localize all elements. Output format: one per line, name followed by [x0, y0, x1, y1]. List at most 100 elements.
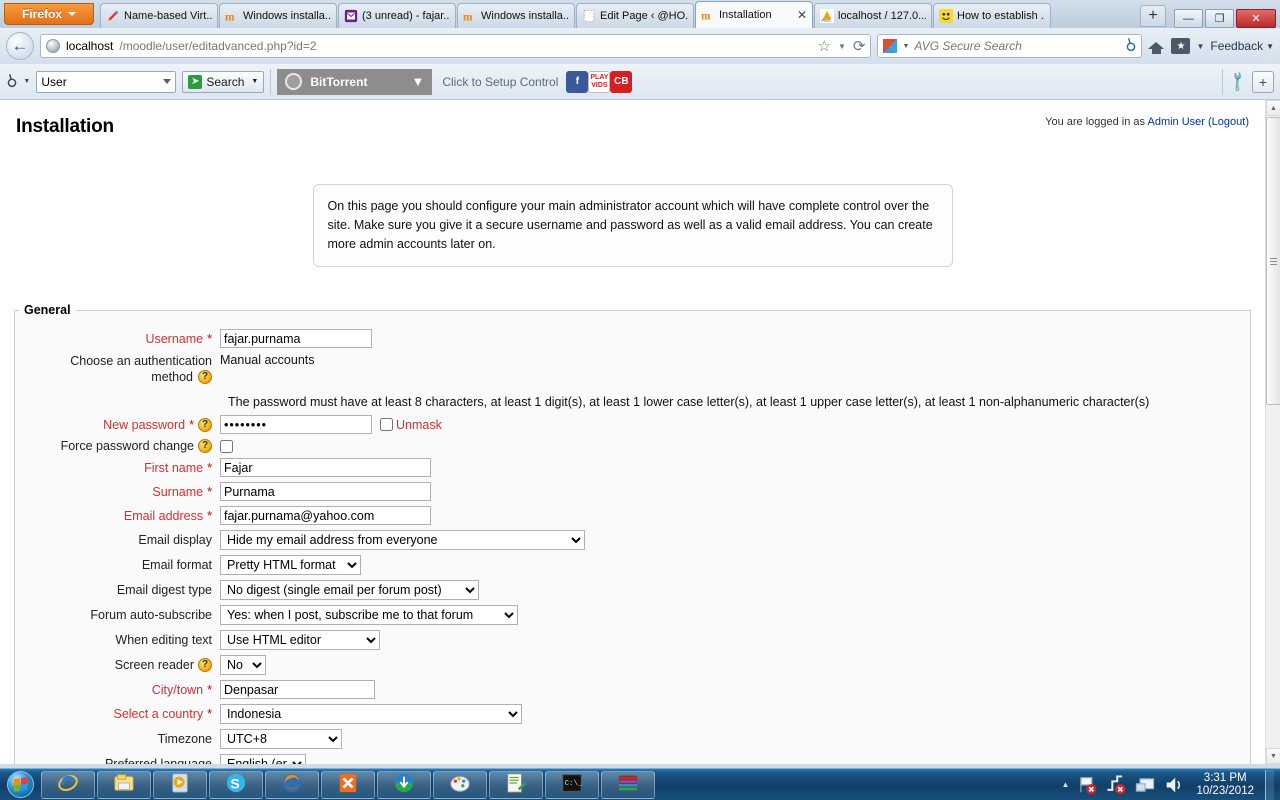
- browser-tab-1[interactable]: m Windows installa...: [219, 3, 337, 28]
- chevron-down-icon[interactable]: ▼: [838, 42, 846, 51]
- label-city-town-text: City/town: [151, 682, 204, 697]
- preferred-language-select[interactable]: English (en): [220, 754, 306, 764]
- browser-tab-2[interactable]: (3 unread) - fajar....: [338, 3, 456, 28]
- chevron-down-icon[interactable]: ▼: [902, 43, 909, 50]
- show-desktop-button[interactable]: [1265, 769, 1274, 800]
- taskbar-internet-explorer[interactable]: [41, 770, 95, 799]
- surname-input[interactable]: [220, 482, 431, 501]
- flag-error-icon[interactable]: [1076, 774, 1098, 796]
- feedback-button[interactable]: Feedback ▼: [1210, 39, 1274, 53]
- field-row-screen-reader: Screen reader ? No: [15, 655, 1250, 675]
- forum-auto-subscribe-select[interactable]: Yes: when I post, subscribe me to that f…: [220, 605, 518, 625]
- network-error-icon[interactable]: [1105, 774, 1127, 796]
- scroll-up-button[interactable]: ▲: [1266, 100, 1280, 116]
- browser-tab-0[interactable]: Name-based Virt...: [100, 3, 218, 28]
- email-display-select[interactable]: Hide my email address from everyone: [220, 530, 585, 550]
- search-input[interactable]: AVG Secure Search: [914, 39, 1120, 53]
- monitor-icon[interactable]: [1134, 774, 1156, 796]
- control-timezone: UTC+8: [220, 729, 342, 749]
- timezone-select[interactable]: UTC+8: [220, 729, 342, 749]
- when-editing-text-select[interactable]: Use HTML editor: [220, 630, 380, 650]
- search-icon[interactable]: ☌: [1120, 35, 1142, 57]
- first-name-input[interactable]: [220, 458, 431, 477]
- address-bar[interactable]: localhost/moodle/user/editadvanced.php?i…: [40, 34, 872, 58]
- page-scrollbar[interactable]: ▲ ▼: [1265, 100, 1280, 764]
- chevron-down-icon[interactable]: ▼: [1196, 42, 1204, 51]
- chevron-down-icon[interactable]: ▼: [23, 78, 30, 85]
- browser-tab-6[interactable]: PMA localhost / 127.0....: [814, 3, 932, 28]
- new-tab-button[interactable]: +: [1140, 5, 1166, 27]
- xampp-icon: [337, 772, 359, 797]
- browser-tab-label: localhost / 127.0....: [838, 10, 926, 22]
- close-window-button[interactable]: ✕: [1236, 9, 1276, 28]
- setup-control-link[interactable]: Click to Setup Control: [432, 75, 558, 89]
- username-input[interactable]: [220, 329, 372, 348]
- field-row-first-name: First name *: [15, 458, 1250, 477]
- bittorrent-label: BitTorrent: [310, 74, 368, 89]
- taskbar-notepadpp[interactable]: [489, 770, 543, 799]
- taskbar-firefox[interactable]: [265, 770, 319, 799]
- help-icon[interactable]: ?: [198, 417, 212, 432]
- back-button[interactable]: ←: [6, 32, 34, 60]
- reload-icon[interactable]: ⟳: [853, 37, 866, 55]
- search-bar[interactable]: ▼ AVG Secure Search ☌: [877, 34, 1143, 58]
- unmask-checkbox[interactable]: [380, 418, 393, 431]
- help-icon[interactable]: ?: [198, 658, 212, 672]
- volume-icon[interactable]: [1163, 774, 1185, 796]
- cb-icon[interactable]: CB: [610, 70, 633, 93]
- taskbar-xampp[interactable]: [321, 770, 375, 799]
- taskbar-idm[interactable]: [377, 770, 431, 799]
- required-star: *: [207, 331, 212, 346]
- taskbar-explorer[interactable]: [97, 770, 151, 799]
- logout-link[interactable]: (Logout): [1208, 116, 1249, 128]
- email-address-input[interactable]: [220, 506, 431, 525]
- browser-tab-3[interactable]: m Windows installa...: [457, 3, 575, 28]
- start-button[interactable]: [0, 770, 40, 800]
- show-hidden-icons-button[interactable]: ▲: [1062, 780, 1070, 789]
- bittorrent-button[interactable]: BitTorrent ▼: [277, 68, 433, 95]
- search-button[interactable]: ➤ Search ▼: [182, 70, 265, 93]
- taskbar-media-player[interactable]: [153, 770, 207, 799]
- select-country-select[interactable]: Indonesia: [220, 704, 522, 724]
- facebook-icon[interactable]: f: [566, 70, 589, 93]
- playvids-icon[interactable]: PLAY VIDS: [588, 70, 611, 93]
- plus-icon[interactable]: +: [1252, 70, 1274, 93]
- force-password-change-checkbox[interactable]: [220, 439, 233, 453]
- command-prompt-icon: C:\_: [561, 772, 583, 797]
- wrench-icon[interactable]: 🔧: [1225, 69, 1250, 93]
- email-format-select[interactable]: Pretty HTML format: [220, 555, 361, 575]
- maximize-button[interactable]: ❐: [1205, 9, 1234, 28]
- taskbar-paint[interactable]: [433, 770, 487, 799]
- magnifier-icon[interactable]: ☌: [1, 70, 23, 92]
- bookmarks-icon[interactable]: ★: [1171, 38, 1191, 54]
- bookmark-star-icon[interactable]: ☆: [818, 37, 831, 55]
- taskbar-winrar[interactable]: [601, 770, 655, 799]
- screen-reader-select[interactable]: No: [220, 655, 266, 675]
- help-icon[interactable]: ?: [198, 370, 212, 384]
- minimize-button[interactable]: —: [1174, 9, 1203, 28]
- email-digest-type-select[interactable]: No digest (single email per forum post): [220, 580, 479, 600]
- firefox-menu-button[interactable]: Firefox: [4, 3, 94, 25]
- required-star: *: [207, 707, 212, 721]
- browser-tab-5[interactable]: m Installation ✕: [695, 1, 813, 28]
- field-row-username: Username *: [15, 329, 1250, 348]
- admin-user-link[interactable]: Admin User: [1147, 116, 1204, 128]
- svg-text:PMA: PMA: [821, 18, 831, 23]
- clock[interactable]: 3:31 PM 10/23/2012: [1192, 772, 1258, 798]
- browser-tab-7[interactable]: How to establish ...: [933, 3, 1051, 28]
- taskbar-cmd[interactable]: C:\_: [545, 770, 599, 799]
- new-password-input[interactable]: [220, 415, 372, 434]
- close-tab-icon[interactable]: ✕: [797, 8, 807, 22]
- help-icon[interactable]: ?: [198, 439, 212, 453]
- scrollbar-thumb[interactable]: [1266, 117, 1280, 405]
- browser-tab-4[interactable]: Edit Page ‹ @HO...: [576, 3, 694, 28]
- home-icon[interactable]: [1148, 39, 1165, 54]
- taskbar-skype[interactable]: S: [209, 770, 263, 799]
- city-town-input[interactable]: [220, 680, 375, 699]
- scroll-down-button[interactable]: ▼: [1266, 748, 1280, 764]
- required-star: *: [189, 417, 194, 432]
- search-scope-select[interactable]: User: [36, 70, 177, 93]
- unmask-label[interactable]: Unmask: [396, 418, 442, 432]
- system-tray: ▲ 3:31 PM 10/23/2012: [1062, 769, 1280, 800]
- label-email-address: Email address *: [15, 509, 220, 523]
